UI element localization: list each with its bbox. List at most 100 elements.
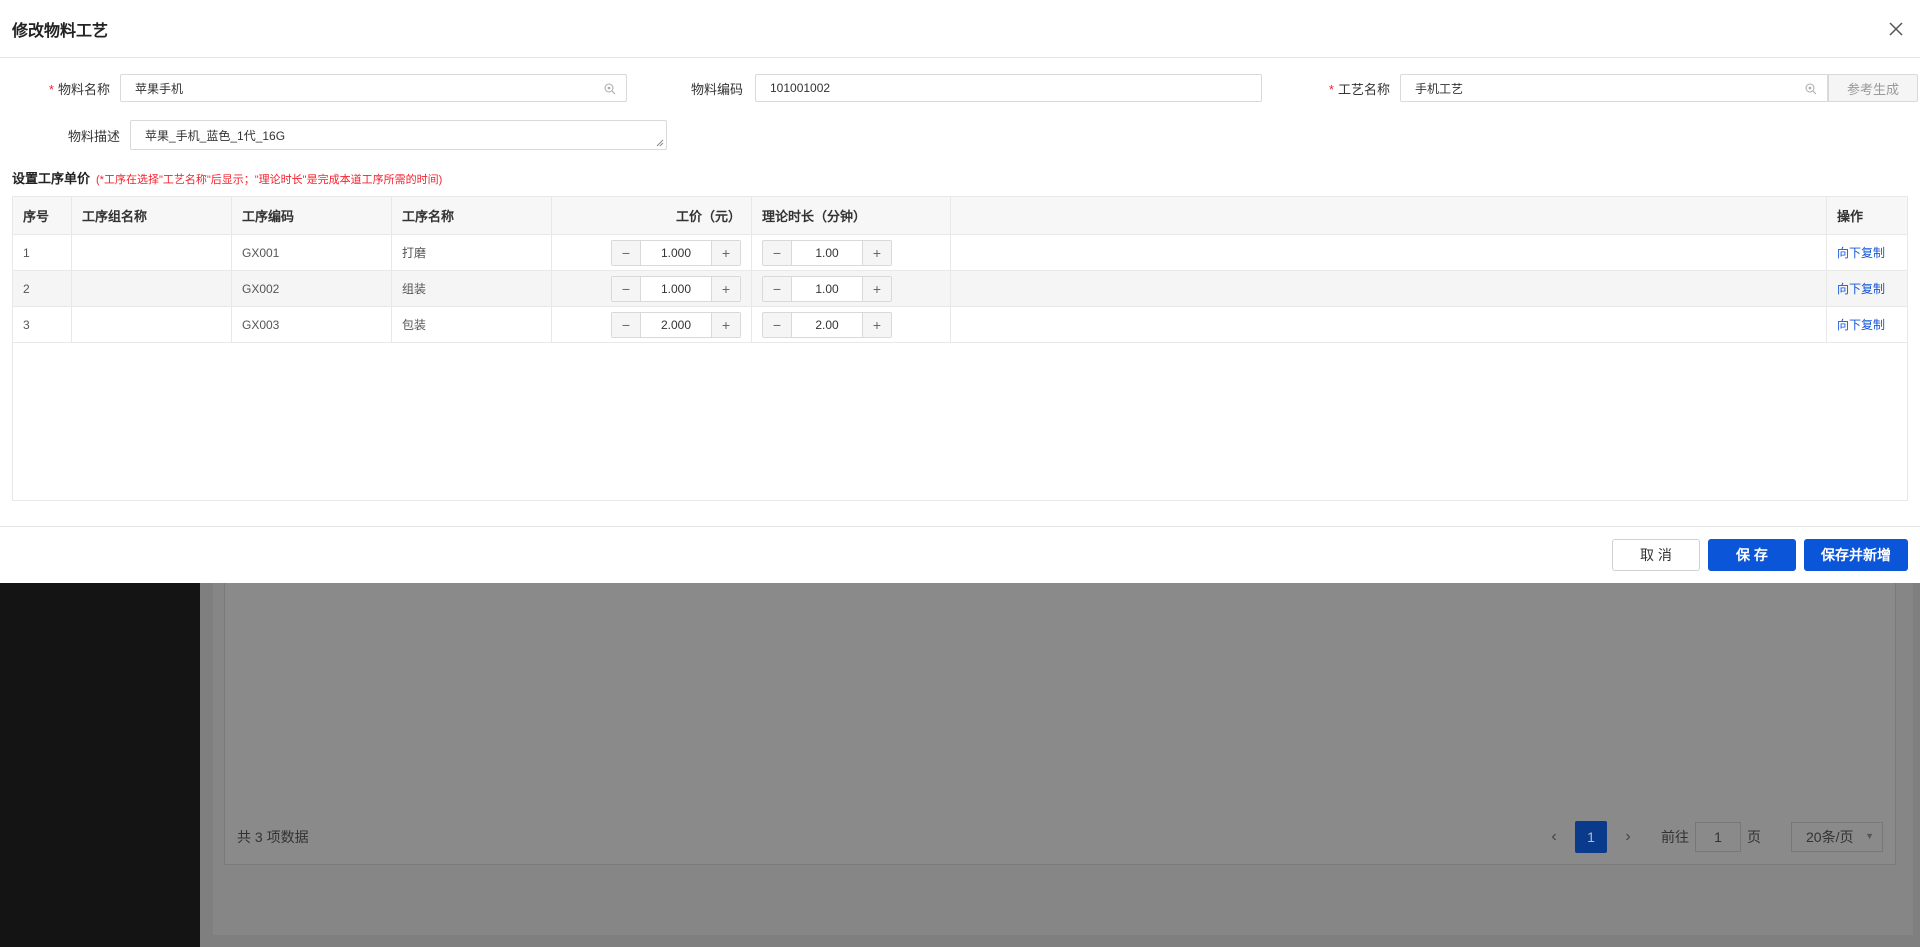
table-row: 3 GX003 包装 − 2.000 + − 2.00 + 向下复制 bbox=[13, 307, 1907, 343]
cell-group bbox=[72, 307, 232, 342]
col-header-code: 工序编码 bbox=[232, 197, 392, 234]
save-button[interactable]: 保 存 bbox=[1708, 539, 1796, 571]
cell-name: 包装 bbox=[392, 307, 552, 342]
cell-duration: − 1.00 + bbox=[752, 235, 951, 270]
material-name-label: * 物料名称 bbox=[48, 81, 110, 97]
minus-icon[interactable]: − bbox=[612, 312, 640, 337]
page-size-value: 20条/页 bbox=[1806, 828, 1854, 845]
caret-down-icon: ▼ bbox=[1865, 830, 1874, 841]
plus-icon[interactable]: + bbox=[712, 240, 740, 265]
col-header-spacer bbox=[951, 197, 1827, 234]
modal-title: 修改物料工艺 bbox=[12, 22, 109, 40]
cell-no: 3 bbox=[13, 307, 72, 342]
cell-no: 1 bbox=[13, 235, 72, 270]
duration-input[interactable]: 1.00 bbox=[791, 240, 863, 265]
material-code-label: 物料编码 bbox=[690, 81, 743, 97]
minus-icon[interactable]: − bbox=[763, 240, 791, 265]
plus-icon[interactable]: + bbox=[863, 312, 891, 337]
next-page-icon[interactable]: › bbox=[1613, 828, 1643, 846]
price-stepper: − 2.000 + bbox=[611, 311, 741, 338]
price-input[interactable]: 1.000 bbox=[640, 240, 712, 265]
duration-stepper: − 1.00 + bbox=[762, 275, 892, 302]
price-input[interactable]: 2.000 bbox=[640, 312, 712, 337]
goto-page: 前往 1 页 bbox=[1661, 821, 1761, 852]
price-input[interactable]: 1.000 bbox=[640, 276, 712, 301]
col-header-no: 序号 bbox=[13, 197, 72, 234]
cell-duration: − 2.00 + bbox=[752, 307, 951, 342]
plus-icon[interactable]: + bbox=[863, 276, 891, 301]
material-desc-textarea[interactable]: 苹果_手机_蓝色_1代_16G bbox=[130, 120, 667, 150]
background-pagination: 共 3 项数据 ‹ 1 › 前往 1 页 20条/页 ▼ bbox=[224, 808, 1896, 865]
cell-price: − 1.000 + bbox=[552, 271, 752, 306]
cell-name: 组装 bbox=[392, 271, 552, 306]
cell-code: GX002 bbox=[232, 271, 392, 306]
material-desc-label: 物料描述 bbox=[67, 128, 120, 144]
process-name-field: * 工艺名称 手机工艺 参考生成 bbox=[1290, 74, 1918, 102]
duration-stepper: − 2.00 + bbox=[762, 311, 892, 338]
copy-down-link[interactable]: 向下复制 bbox=[1837, 280, 1885, 297]
section-note: (*工序在选择"工艺名称"后显示；"理论时长"是完成本道工序所需的时间) bbox=[96, 174, 443, 186]
edit-material-process-modal: 修改物料工艺 * 物料名称 苹果手机 物料编码 101001002 * 工艺名称 手… bbox=[0, 0, 1920, 583]
process-name-label: * 工艺名称 bbox=[1328, 81, 1390, 97]
price-stepper: − 1.000 + bbox=[611, 239, 741, 266]
cell-price: − 2.000 + bbox=[552, 307, 752, 342]
reference-generate-button[interactable]: 参考生成 bbox=[1828, 74, 1918, 102]
cell-name: 打磨 bbox=[392, 235, 552, 270]
minus-icon[interactable]: − bbox=[763, 276, 791, 301]
table-row: 1 GX001 打磨 − 1.000 + − 1.00 + 向下复制 bbox=[13, 235, 1907, 271]
plus-icon[interactable]: + bbox=[712, 312, 740, 337]
cell-action: 向下复制 bbox=[1827, 307, 1907, 342]
plus-icon[interactable]: + bbox=[863, 240, 891, 265]
cell-action: 向下复制 bbox=[1827, 271, 1907, 306]
duration-input[interactable]: 1.00 bbox=[791, 276, 863, 301]
goto-page-input[interactable]: 1 bbox=[1695, 821, 1741, 852]
cell-duration: − 1.00 + bbox=[752, 271, 951, 306]
page-unit-label: 页 bbox=[1747, 828, 1761, 845]
material-code-field: 物料编码 101001002 bbox=[655, 74, 1262, 102]
col-header-duration: 理论时长（分钟） bbox=[752, 197, 951, 234]
cell-group bbox=[72, 235, 232, 270]
table-header: 序号 工序组名称 工序编码 工序名称 工价（元） 理论时长（分钟） 操作 bbox=[13, 197, 1907, 235]
save-and-new-button[interactable]: 保存并新增 bbox=[1804, 539, 1908, 571]
material-name-input[interactable]: 苹果手机 bbox=[120, 74, 627, 102]
cell-price: − 1.000 + bbox=[552, 235, 752, 270]
goto-label: 前往 bbox=[1661, 828, 1689, 845]
search-icon[interactable] bbox=[604, 83, 616, 98]
total-count: 共 3 项数据 bbox=[237, 828, 309, 845]
price-stepper: − 1.000 + bbox=[611, 275, 741, 302]
plus-icon[interactable]: + bbox=[712, 276, 740, 301]
page-size-select[interactable]: 20条/页 ▼ bbox=[1791, 821, 1883, 852]
cancel-button[interactable]: 取 消 bbox=[1612, 539, 1700, 571]
prev-page-icon[interactable]: ‹ bbox=[1539, 828, 1569, 846]
process-price-table: 序号 工序组名称 工序编码 工序名称 工价（元） 理论时长（分钟） 操作 1 G… bbox=[12, 196, 1908, 501]
resize-handle-icon[interactable] bbox=[656, 139, 664, 147]
table-row: 2 GX002 组装 − 1.000 + − 1.00 + 向下复制 bbox=[13, 271, 1907, 307]
duration-input[interactable]: 2.00 bbox=[791, 312, 863, 337]
search-icon[interactable] bbox=[1805, 83, 1817, 98]
cell-code: GX001 bbox=[232, 235, 392, 270]
cell-action: 向下复制 bbox=[1827, 235, 1907, 270]
cell-spacer bbox=[951, 235, 1827, 270]
cell-no: 2 bbox=[13, 271, 72, 306]
copy-down-link[interactable]: 向下复制 bbox=[1837, 316, 1885, 333]
cell-spacer bbox=[951, 271, 1827, 306]
minus-icon[interactable]: − bbox=[612, 276, 640, 301]
section-title: 设置工序单价 (*工序在选择"工艺名称"后显示；"理论时长"是完成本道工序所需的时… bbox=[12, 171, 443, 186]
duration-stepper: − 1.00 + bbox=[762, 239, 892, 266]
minus-icon[interactable]: − bbox=[612, 240, 640, 265]
process-name-input[interactable]: 手机工艺 bbox=[1400, 74, 1828, 102]
cell-spacer bbox=[951, 307, 1827, 342]
page-number-current[interactable]: 1 bbox=[1575, 820, 1607, 853]
cell-code: GX003 bbox=[232, 307, 392, 342]
col-header-name: 工序名称 bbox=[392, 197, 552, 234]
col-header-price: 工价（元） bbox=[552, 197, 752, 234]
col-header-group: 工序组名称 bbox=[72, 197, 232, 234]
minus-icon[interactable]: − bbox=[763, 312, 791, 337]
material-desc-field: 物料描述 苹果_手机_蓝色_1代_16G bbox=[0, 120, 667, 150]
material-name-field: * 物料名称 苹果手机 bbox=[0, 74, 627, 102]
modal-footer: 取 消 保 存 保存并新增 bbox=[0, 526, 1920, 583]
close-icon[interactable] bbox=[1884, 17, 1908, 41]
copy-down-link[interactable]: 向下复制 bbox=[1837, 244, 1885, 261]
material-code-input[interactable]: 101001002 bbox=[755, 74, 1262, 102]
modal-header: 修改物料工艺 bbox=[0, 0, 1920, 58]
